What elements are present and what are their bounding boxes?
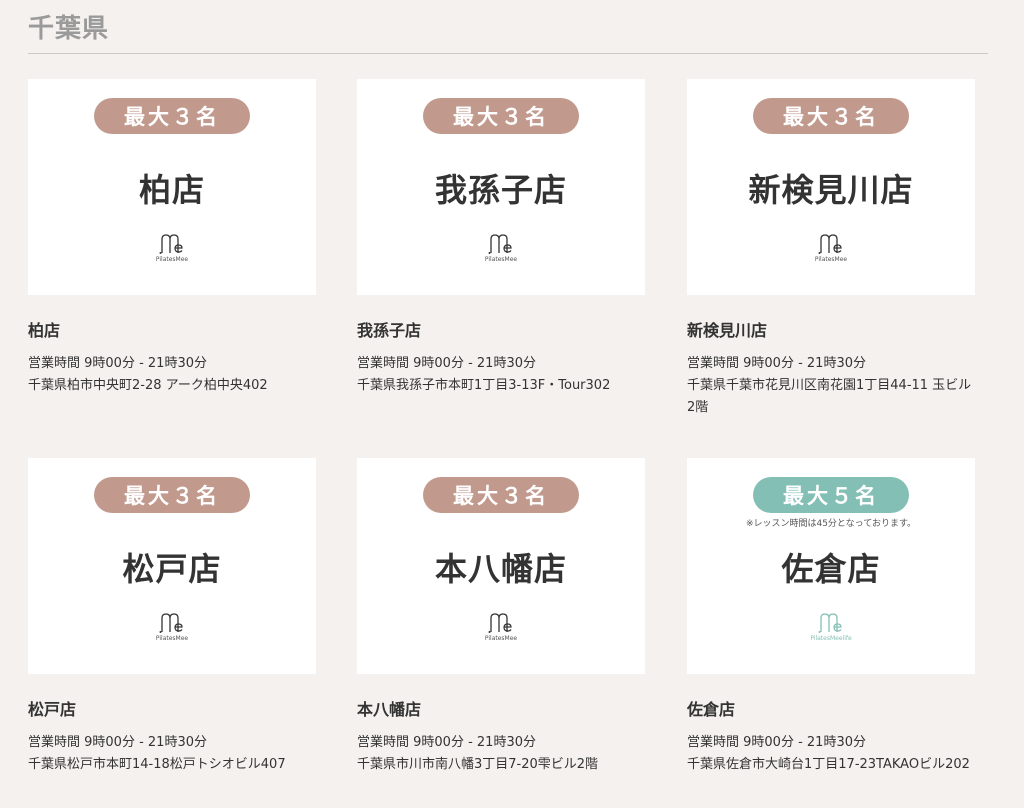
store-name[interactable]: 本八幡店 (357, 696, 645, 720)
store-address: 千葉県市川市南八幡3丁目7-20雫ビル2階 (357, 757, 599, 772)
pilatesmee-logo-icon (159, 613, 183, 633)
store-address: 千葉県千葉市花見川区南花園1丁目44-11 玉ビル2階 (687, 378, 972, 415)
store-address: 千葉県我孫子市本町1丁目3-13F・Tour302 (357, 378, 611, 393)
logo-text: PilatesMeelife (810, 635, 852, 642)
store-name[interactable]: 我孫子店 (357, 317, 645, 341)
store-hours: 営業時間 9時00分 - 21時30分 (28, 356, 207, 371)
pilatesmee-logo-icon (159, 234, 183, 254)
pilatesmee-logo-icon (818, 234, 842, 254)
pilatesmee-logo: PilatesMee (127, 233, 217, 263)
pilatesmee-logo: PilatesMee (786, 233, 876, 263)
pilatesmee-logo: PilatesMee (127, 612, 217, 642)
store-card-kashiwa[interactable]: 最大３名 柏店 PilatesMee 柏店 営業時間 9時00分 - 21時30… (28, 79, 316, 397)
store-card-sakura[interactable]: 最大５名 ※レッスン時間は45分となっております。 佐倉店 PilatesMee… (687, 458, 975, 776)
store-address: 千葉県柏市中央町2-28 アーク柏中央402 (28, 378, 268, 393)
store-thumbnail[interactable]: 最大３名 本八幡店 PilatesMee (357, 458, 645, 674)
pilatesmee-life-logo: PilatesMeelife (786, 612, 876, 642)
thumbnail-store-title: 新検見川店 (748, 171, 914, 209)
store-address: 千葉県松戸市本町14-18松戸トシオビル407 (28, 757, 286, 772)
store-card-shinkemigawa[interactable]: 最大３名 新検見川店 PilatesMee 新検見川店 営業時間 9時00分 -… (687, 79, 975, 419)
lesson-time-note: ※レッスン時間は45分となっております。 (745, 519, 917, 529)
store-name[interactable]: 新検見川店 (687, 317, 975, 341)
pilatesmee-logo: PilatesMee (456, 233, 546, 263)
store-hours: 営業時間 9時00分 - 21時30分 (687, 735, 866, 750)
page: 千葉県 最大３名 柏店 PilatesMee 柏店 営業時間 9時00分 - 2… (0, 0, 1024, 808)
capacity-badge: 最大３名 (753, 98, 909, 134)
store-thumbnail[interactable]: 最大３名 我孫子店 PilatesMee (357, 79, 645, 295)
store-card-motoyawata[interactable]: 最大３名 本八幡店 PilatesMee 本八幡店 営業時間 9時00分 - 2… (357, 458, 645, 776)
store-card-abiko[interactable]: 最大３名 我孫子店 PilatesMee 我孫子店 営業時間 9時00分 - 2… (357, 79, 645, 397)
logo-text: PilatesMee (814, 256, 848, 263)
capacity-badge: 最大５名 (753, 477, 909, 513)
logo-text: PilatesMee (155, 635, 189, 642)
thumbnail-store-title: 佐倉店 (781, 550, 881, 588)
logo-text: PilatesMee (484, 256, 518, 263)
section-divider (28, 53, 988, 54)
store-thumbnail[interactable]: 最大３名 柏店 PilatesMee (28, 79, 316, 295)
store-card-matsudo[interactable]: 最大３名 松戸店 PilatesMee 松戸店 営業時間 9時00分 - 21時… (28, 458, 316, 776)
pilatesmee-life-logo-icon (818, 613, 842, 633)
logo-text: PilatesMee (155, 256, 189, 263)
store-address: 千葉県佐倉市大崎台1丁目17-23TAKAOビル202 (687, 757, 970, 772)
store-thumbnail[interactable]: 最大３名 松戸店 PilatesMee (28, 458, 316, 674)
store-name[interactable]: 柏店 (28, 317, 316, 341)
store-hours: 営業時間 9時00分 - 21時30分 (357, 356, 536, 371)
thumbnail-store-title: 柏店 (138, 171, 205, 209)
pilatesmee-logo-icon (488, 613, 512, 633)
store-hours: 営業時間 9時00分 - 21時30分 (28, 735, 207, 750)
store-name[interactable]: 佐倉店 (687, 696, 975, 720)
store-hours: 営業時間 9時00分 - 21時30分 (357, 735, 536, 750)
store-hours: 営業時間 9時00分 - 21時30分 (687, 356, 866, 371)
store-thumbnail[interactable]: 最大３名 新検見川店 PilatesMee (687, 79, 975, 295)
logo-text: PilatesMee (484, 635, 518, 642)
thumbnail-store-title: 我孫子店 (434, 171, 567, 209)
store-thumbnail[interactable]: 最大５名 ※レッスン時間は45分となっております。 佐倉店 PilatesMee… (687, 458, 975, 674)
pilatesmee-logo-icon (488, 234, 512, 254)
thumbnail-store-title: 松戸店 (122, 550, 222, 588)
pilatesmee-logo: PilatesMee (456, 612, 546, 642)
thumbnail-store-title: 本八幡店 (434, 550, 567, 588)
capacity-badge: 最大３名 (94, 477, 250, 513)
capacity-badge: 最大３名 (423, 477, 579, 513)
store-name[interactable]: 松戸店 (28, 696, 316, 720)
capacity-badge: 最大３名 (94, 98, 250, 134)
capacity-badge: 最大３名 (423, 98, 579, 134)
section-title: 千葉県 (28, 14, 110, 44)
